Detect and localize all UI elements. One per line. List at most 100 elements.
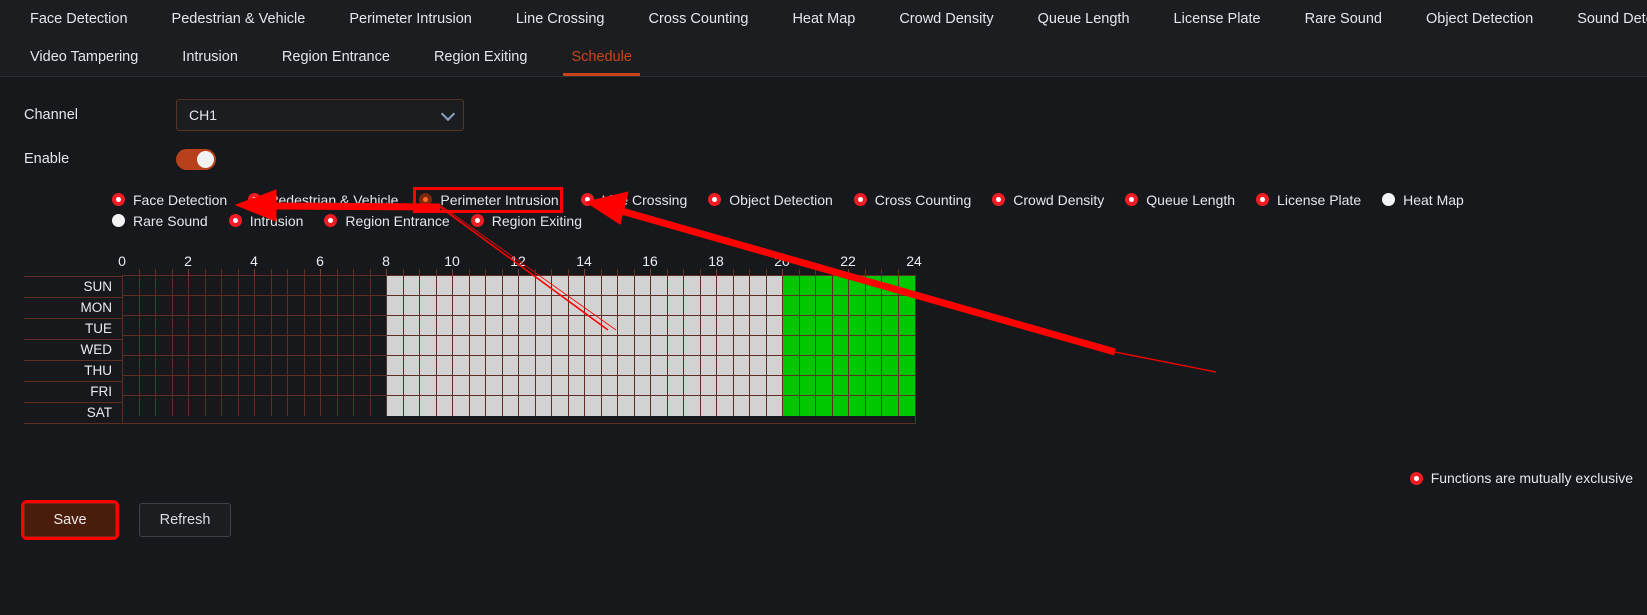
schedule-cell[interactable] — [403, 376, 420, 395]
schedule-cell[interactable] — [816, 396, 833, 416]
schedule-row-sat[interactable] — [123, 396, 915, 416]
schedule-cell[interactable] — [667, 356, 684, 375]
schedule-cell[interactable] — [816, 296, 833, 315]
schedule-cell[interactable] — [156, 316, 173, 335]
schedule-cell[interactable] — [469, 316, 486, 335]
schedule-cell[interactable] — [849, 276, 866, 295]
schedule-cell[interactable] — [898, 396, 915, 416]
schedule-cell[interactable] — [651, 396, 668, 416]
schedule-cell[interactable] — [272, 336, 288, 355]
schedule-cell[interactable] — [799, 296, 816, 315]
schedule-cell[interactable] — [486, 376, 503, 395]
schedule-cell[interactable] — [371, 356, 387, 375]
function-radio-region-entrance[interactable]: Region Entrance — [324, 213, 450, 229]
schedule-cell[interactable] — [305, 376, 321, 395]
schedule-cell[interactable] — [354, 376, 371, 395]
schedule-cell[interactable] — [585, 316, 602, 335]
schedule-cell[interactable] — [783, 336, 800, 355]
schedule-cell[interactable] — [552, 396, 569, 416]
nav-item-heat-map[interactable]: Heat Map — [770, 0, 877, 38]
schedule-cell[interactable] — [717, 296, 734, 315]
schedule-cell[interactable] — [733, 316, 750, 335]
schedule-cell[interactable] — [140, 316, 156, 335]
schedule-cell[interactable] — [469, 356, 486, 375]
schedule-cell[interactable] — [305, 296, 321, 315]
schedule-cell[interactable] — [750, 296, 767, 315]
schedule-cell[interactable] — [618, 316, 635, 335]
schedule-cell[interactable] — [717, 316, 734, 335]
schedule-cell[interactable] — [898, 276, 915, 295]
schedule-cell[interactable] — [865, 356, 882, 375]
schedule-cell[interactable] — [420, 336, 437, 355]
schedule-cell[interactable] — [140, 376, 156, 395]
schedule-cell[interactable] — [189, 376, 206, 395]
schedule-cell[interactable] — [189, 336, 206, 355]
schedule-cell[interactable] — [783, 376, 800, 395]
schedule-cell[interactable] — [799, 356, 816, 375]
schedule-row-thu[interactable] — [123, 356, 915, 376]
schedule-cell[interactable] — [453, 296, 470, 315]
schedule-cell[interactable] — [140, 296, 156, 315]
schedule-row-sun[interactable] — [123, 276, 915, 296]
schedule-cell[interactable] — [766, 316, 783, 335]
schedule-cell[interactable] — [321, 356, 338, 375]
schedule-cell[interactable] — [387, 276, 404, 295]
schedule-cell[interactable] — [849, 396, 866, 416]
schedule-cell[interactable] — [255, 356, 272, 375]
schedule-cell[interactable] — [338, 376, 354, 395]
schedule-cell[interactable] — [255, 296, 272, 315]
schedule-cell[interactable] — [667, 316, 684, 335]
nav-item-crowd-density[interactable]: Crowd Density — [877, 0, 1015, 38]
schedule-cell[interactable] — [634, 316, 651, 335]
schedule-cell[interactable] — [766, 336, 783, 355]
schedule-cell[interactable] — [568, 356, 585, 375]
schedule-cell[interactable] — [255, 396, 272, 416]
schedule-cell[interactable] — [403, 296, 420, 315]
schedule-cell[interactable] — [469, 376, 486, 395]
schedule-cell[interactable] — [123, 276, 140, 295]
schedule-cell[interactable] — [552, 376, 569, 395]
function-radio-perimeter-intrusion[interactable]: Perimeter Intrusion — [413, 186, 563, 213]
schedule-cell[interactable] — [288, 356, 305, 375]
schedule-cell[interactable] — [568, 396, 585, 416]
function-radio-object-detection[interactable]: Object Detection — [708, 192, 833, 208]
schedule-cell[interactable] — [502, 376, 519, 395]
schedule-cell[interactable] — [371, 396, 387, 416]
schedule-cell[interactable] — [832, 376, 849, 395]
schedule-cell[interactable] — [535, 336, 552, 355]
schedule-cell[interactable] — [552, 356, 569, 375]
schedule-cell[interactable] — [420, 316, 437, 335]
schedule-cell[interactable] — [667, 376, 684, 395]
schedule-cell[interactable] — [156, 296, 173, 315]
schedule-cell[interactable] — [519, 336, 536, 355]
schedule-cell[interactable] — [288, 376, 305, 395]
schedule-cell[interactable] — [568, 276, 585, 295]
schedule-cell[interactable] — [849, 376, 866, 395]
schedule-cell[interactable] — [321, 376, 338, 395]
schedule-cell[interactable] — [618, 296, 635, 315]
schedule-cell[interactable] — [486, 336, 503, 355]
schedule-cell[interactable] — [601, 376, 618, 395]
schedule-cell[interactable] — [305, 396, 321, 416]
schedule-cell[interactable] — [816, 276, 833, 295]
schedule-cell[interactable] — [733, 296, 750, 315]
schedule-cell[interactable] — [371, 296, 387, 315]
schedule-cell[interactable] — [436, 376, 453, 395]
schedule-cell[interactable] — [239, 396, 255, 416]
schedule-cell[interactable] — [849, 336, 866, 355]
schedule-cell[interactable] — [338, 296, 354, 315]
schedule-cell[interactable] — [766, 356, 783, 375]
schedule-cell[interactable] — [420, 276, 437, 295]
schedule-cell[interactable] — [898, 336, 915, 355]
schedule-cell[interactable] — [618, 376, 635, 395]
schedule-cell[interactable] — [585, 336, 602, 355]
schedule-cell[interactable] — [865, 296, 882, 315]
schedule-cell[interactable] — [618, 276, 635, 295]
schedule-cell[interactable] — [222, 316, 239, 335]
schedule-cell[interactable] — [453, 316, 470, 335]
schedule-cell[interactable] — [387, 376, 404, 395]
schedule-cell[interactable] — [288, 276, 305, 295]
channel-select[interactable]: CH1 — [176, 99, 464, 131]
schedule-cell[interactable] — [354, 356, 371, 375]
nav-item-queue-length[interactable]: Queue Length — [1016, 0, 1152, 38]
